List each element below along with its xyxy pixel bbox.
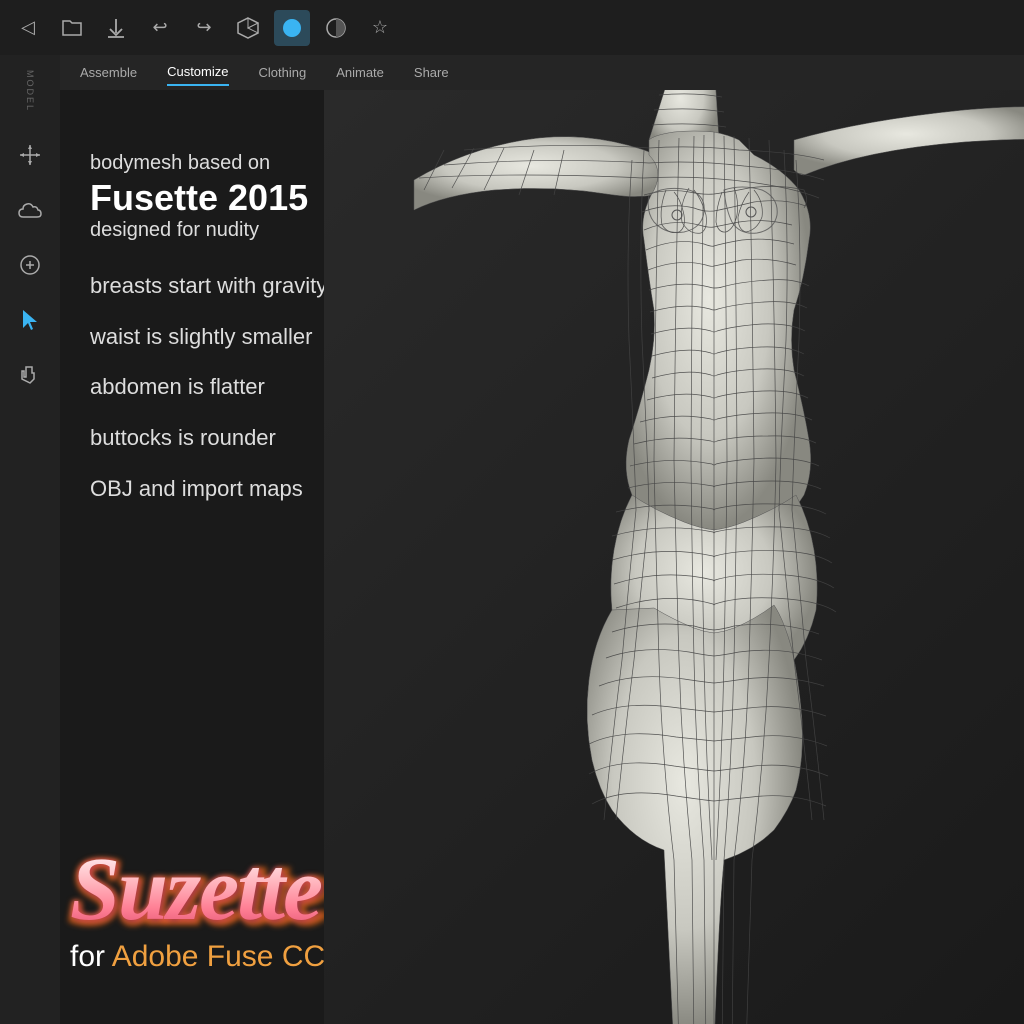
tab-share[interactable]: Share [414,60,449,85]
sidebar-label: Model [25,70,35,112]
wireframe-body [364,90,1024,1024]
tab-bar: Assemble Customize Clothing Animate Shar… [60,55,1024,90]
cloud-icon[interactable] [10,190,50,230]
back-icon[interactable]: ◁ [10,10,46,46]
redo-icon[interactable]: ↪ [186,10,222,46]
sphere-solid-icon[interactable] [274,10,310,46]
viewport: bodymesh based on Fusette 2015 designed … [60,90,1024,1024]
tab-animate[interactable]: Animate [336,60,384,85]
tab-clothing[interactable]: Clothing [259,60,307,85]
folder-icon[interactable] [54,10,90,46]
sidebar: Model [0,55,60,1024]
brand-name-wrapper: Suzette Suzette [70,845,321,935]
add-target-icon[interactable] [10,245,50,285]
tab-customize[interactable]: Customize [167,59,228,86]
download-icon[interactable] [98,10,134,46]
shape-half-icon[interactable] [318,10,354,46]
sub-for: for [70,940,112,973]
hand-rotate-icon[interactable] [10,355,50,395]
cube-wire-icon[interactable] [230,10,266,46]
main-content: Assemble Customize Clothing Animate Shar… [60,55,1024,1024]
cursor-icon[interactable] [10,300,50,340]
toolbar: ◁ ↩ ↪ ☆ [0,0,1024,55]
undo-icon[interactable]: ↩ [142,10,178,46]
move-crosshair-icon[interactable] [10,135,50,175]
tab-assemble[interactable]: Assemble [80,60,137,85]
brand-name: Suzette [70,845,321,935]
star-icon[interactable]: ☆ [362,10,398,46]
sub-adobe: Adobe Fuse CC [112,940,325,973]
model-area [324,90,1024,1024]
